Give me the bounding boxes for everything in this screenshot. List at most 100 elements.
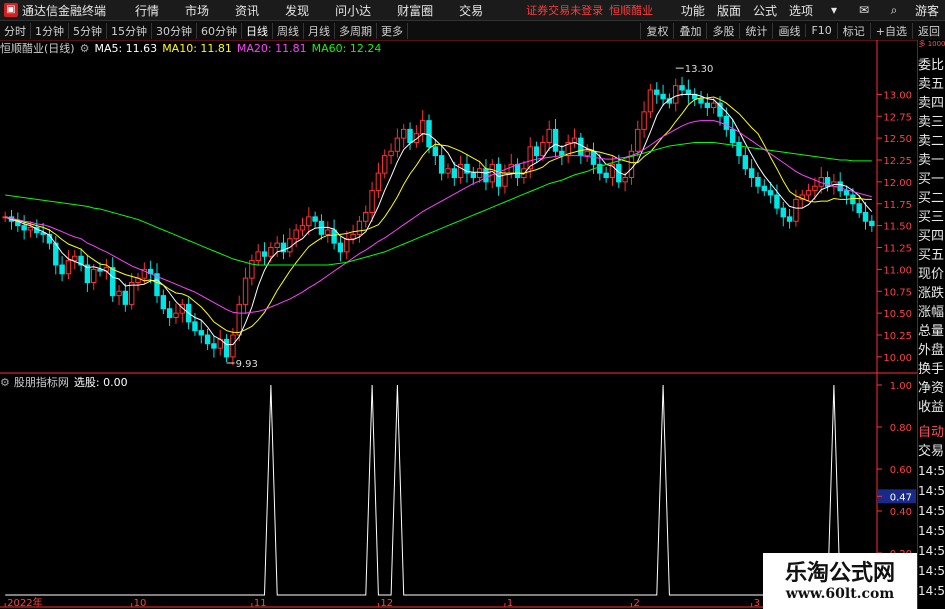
period-5min[interactable]: 5分钟 xyxy=(69,22,107,39)
candle-body xyxy=(337,242,344,253)
period-daily[interactable]: 日线 xyxy=(242,22,273,39)
menu-item-hangqing[interactable]: 行情 xyxy=(122,2,172,19)
candle-body xyxy=(761,185,768,192)
candle-body xyxy=(578,137,584,157)
menu-item-zixun[interactable]: 资讯 xyxy=(222,2,272,19)
menu-item-jiaoyi[interactable]: 交易 xyxy=(446,2,496,19)
candle-body xyxy=(540,142,546,157)
candle-body xyxy=(91,268,97,283)
mark-button[interactable]: 标记 xyxy=(836,22,870,39)
candle-body xyxy=(274,242,280,248)
candle-body xyxy=(786,216,793,222)
back-button[interactable]: 返回 xyxy=(912,22,945,39)
search-icon[interactable]: ⌕ xyxy=(879,3,909,18)
candle-body xyxy=(755,177,761,187)
price-tick-label: 12.00 xyxy=(883,178,912,189)
right-menu: 功能 版面 公式 选项 ▾ ✉ ⌕ 游客 xyxy=(675,0,945,20)
period-multi[interactable]: 多周期 xyxy=(335,22,377,39)
candle-body xyxy=(476,168,483,178)
watermark-title: 乐淘公式网 xyxy=(784,561,895,586)
candle-body xyxy=(166,308,173,318)
menu-item-xuanxiang[interactable]: 选项 xyxy=(783,2,819,19)
candle-body xyxy=(710,102,717,108)
candle-body xyxy=(65,260,72,275)
quote-field-0: 委比 xyxy=(918,58,945,73)
skin-icon[interactable]: ▾ xyxy=(819,3,849,17)
candle-body xyxy=(268,247,274,257)
candle-body xyxy=(344,238,350,253)
user-label[interactable]: 游客 xyxy=(909,2,945,19)
trade-button[interactable]: 交易 xyxy=(918,442,945,461)
period-fenshi[interactable]: 分时 xyxy=(0,22,31,39)
x-tick-label: 11 xyxy=(254,598,267,609)
candle-body xyxy=(363,212,369,222)
period-more[interactable]: 更多 xyxy=(377,22,408,39)
candle-body xyxy=(325,229,331,235)
candle-body xyxy=(122,290,129,305)
settings-icon[interactable]: ⚙ xyxy=(80,42,90,55)
menu-item-shichang[interactable]: 市场 xyxy=(172,2,222,19)
signal-tick-label: 1.00 xyxy=(890,381,912,392)
candle-body xyxy=(647,89,654,113)
statistics-button[interactable]: 统计 xyxy=(739,22,772,39)
menu-item-gongshi[interactable]: 公式 xyxy=(747,2,783,19)
login-warning[interactable]: 证券交易未登录 xyxy=(526,2,603,18)
period-30min[interactable]: 30分钟 xyxy=(152,22,197,39)
candle-body xyxy=(546,128,552,143)
menu-item-caifuquan[interactable]: 财富圈 xyxy=(384,2,446,19)
candle-body xyxy=(407,128,413,143)
menu-item-gongneng[interactable]: 功能 xyxy=(675,2,711,19)
candle-body xyxy=(255,251,261,262)
overlay-button[interactable]: 叠加 xyxy=(673,22,706,39)
candle-body xyxy=(723,115,730,130)
candle-body xyxy=(445,168,451,174)
candle-body xyxy=(457,163,464,178)
menu-item-faxian[interactable]: 发现 xyxy=(272,2,322,19)
candle-body xyxy=(470,172,477,178)
quote-field-5: 卖一 xyxy=(918,153,945,168)
candle-body xyxy=(204,334,211,345)
ma5-line xyxy=(5,93,873,346)
quote-field-4: 卖二 xyxy=(918,134,945,149)
candle-body xyxy=(230,334,236,358)
x-tick-label: 2022年 xyxy=(7,596,42,609)
app-logo-icon: ▣ xyxy=(4,3,18,17)
candle-body xyxy=(774,194,780,209)
fuquan-button[interactable]: 复权 xyxy=(640,22,673,39)
period-monthly[interactable]: 月线 xyxy=(304,22,335,39)
kline-chart[interactable]: 13.00 12.75 12.50 12.25 12.00 11.75 11.50 11.25… xyxy=(0,40,917,609)
candle-body xyxy=(198,330,204,336)
f10-button[interactable]: F10 xyxy=(805,24,836,37)
menu-item-banmian[interactable]: 版面 xyxy=(711,2,747,19)
menu-item-wenxiaoda[interactable]: 问小达 xyxy=(322,2,384,19)
message-icon[interactable]: ✉ xyxy=(849,3,879,17)
indicator-settings-icon[interactable]: ⚙ xyxy=(0,376,10,389)
candle-body xyxy=(331,229,337,244)
app-title: 通达信金融终端 xyxy=(22,3,107,18)
price-tick-label: 12.75 xyxy=(883,112,912,123)
candle-body xyxy=(293,229,299,240)
multi-stock-button[interactable]: 多股 xyxy=(706,22,739,39)
chart-toolbar-right: 复权 叠加 多股 统计 画线 F10 标记 +自选 返回 xyxy=(640,21,945,40)
candle-body xyxy=(856,203,862,213)
draw-line-button[interactable]: 画线 xyxy=(772,22,805,39)
price-tick-label: 10.75 xyxy=(883,287,912,298)
quote-field-17: 净资 xyxy=(918,381,945,396)
quote-field-12: 涨跌 xyxy=(918,286,945,301)
quote-field-15: 外盘 xyxy=(918,343,945,358)
candle-body xyxy=(369,190,375,213)
main-legend: 恒顺醋业(日线) ⚙ MA5: 11.63 MA10: 11.81 MA20: … xyxy=(0,41,386,56)
candle-body xyxy=(812,185,818,192)
tick-time: 14:56 xyxy=(918,544,945,558)
candle-body xyxy=(432,146,439,157)
auto-trade-button[interactable]: 自动 xyxy=(918,423,945,442)
period-15min[interactable]: 15分钟 xyxy=(107,22,152,39)
period-weekly[interactable]: 周线 xyxy=(273,22,304,39)
period-60min[interactable]: 60分钟 xyxy=(197,22,242,39)
ma20-line xyxy=(5,120,872,314)
candle-body xyxy=(742,155,749,170)
ma20-label: MA20: 11.81 xyxy=(236,41,307,55)
x-tick-label: 1 xyxy=(507,598,513,609)
period-1min[interactable]: 1分钟 xyxy=(31,22,69,39)
add-watchlist-button[interactable]: +自选 xyxy=(869,22,912,39)
